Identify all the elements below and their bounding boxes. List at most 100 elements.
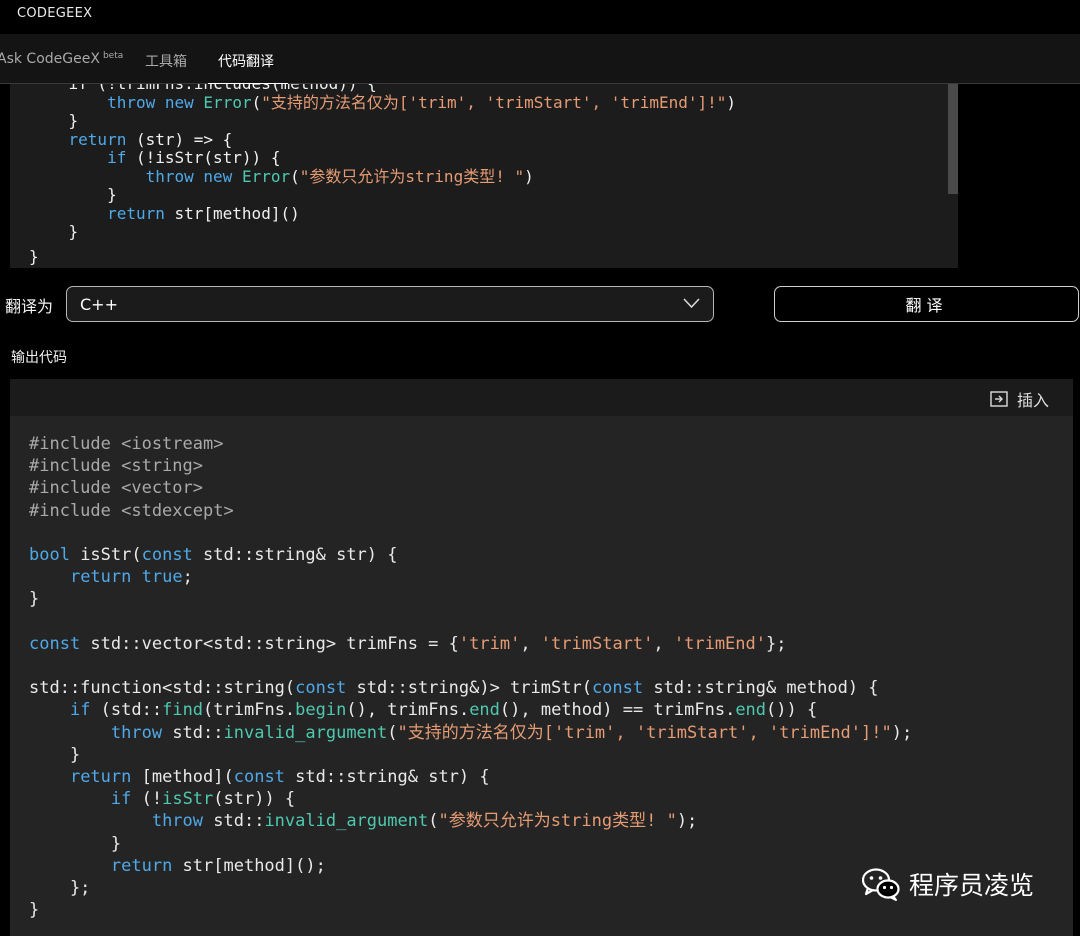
source-line: throw new Error("支持的方法名仅为['trim', 'trimS…: [107, 92, 737, 112]
beta-badge: beta: [102, 51, 124, 61]
code-line: if (!isStr(str)) {: [29, 788, 912, 810]
code-token: 'trimStart': [540, 633, 654, 654]
tab-bar: Ask CodeGeeX beta 工具箱 代码翻译: [0, 34, 1080, 85]
source-code-editor[interactable]: if (!trimFns.includes(method)) { throw n…: [10, 84, 958, 268]
code-token: if: [110, 789, 132, 810]
code-token: }: [29, 589, 40, 610]
code-token: #include <stdexcept>: [29, 500, 234, 521]
code-token: "支持的方法名仅为['trim', 'trimStart', 'trimEnd'…: [397, 722, 892, 743]
translate-button[interactable]: 翻译: [774, 286, 1079, 322]
tab-ask-codegeex[interactable]: Ask CodeGeeX beta: [0, 51, 123, 67]
source-code: if (!trimFns.includes(method)) { throw n…: [30, 84, 737, 242]
code-token: const: [141, 545, 193, 566]
source-line: }: [30, 111, 79, 130]
code-token: (std::: [90, 700, 163, 721]
code-token: isStr(: [69, 545, 142, 566]
source-line: }: [30, 222, 79, 241]
code-token: std::: [203, 811, 265, 832]
code-token: );: [676, 811, 698, 832]
tab-toolbox[interactable]: 工具箱: [145, 51, 187, 71]
app-title: CODEGEEX: [17, 6, 93, 21]
code-token: std::function<std::string(: [29, 678, 296, 699]
watermark-text: 程序员凌览: [909, 871, 1035, 900]
tab-code-translate[interactable]: 代码翻译: [218, 51, 274, 71]
tab-ask-label: Ask CodeGeeX: [0, 51, 100, 67]
code-token: std::string& method) {: [643, 678, 879, 699]
code-line: #include <vector>: [29, 477, 912, 499]
source-scrollbar[interactable]: [948, 84, 958, 194]
code-token: throw: [151, 811, 204, 832]
code-line: }: [29, 744, 912, 766]
code-line: std::function<std::string(const std::str…: [29, 677, 912, 699]
code-token: 'trimEnd': [673, 633, 766, 654]
code-line: #include <string>: [29, 455, 912, 477]
code-token: (: [387, 722, 398, 743]
code-line: return true;: [29, 566, 912, 588]
code-token: (), trimFns.: [346, 700, 470, 721]
translate-to-label: 翻译为: [5, 297, 54, 316]
source-line: throw new Error("参数只允许为string类型! "): [145, 166, 534, 186]
code-token: [method](: [131, 767, 234, 788]
source-closing-brace: }: [29, 247, 39, 266]
insert-icon: [990, 391, 1008, 407]
code-token: true: [141, 567, 183, 588]
code-line: throw std::invalid_argument("参数只允许为strin…: [29, 810, 912, 832]
code-token: return: [110, 855, 173, 876]
code-line: return [method](const std::string& str) …: [29, 766, 912, 788]
code-token: }: [29, 833, 122, 854]
code-token: 'trim': [458, 633, 521, 654]
code-token: return: [69, 567, 132, 588]
code-token: };: [766, 633, 787, 654]
code-token: }: [29, 900, 40, 921]
code-token: const: [591, 678, 644, 699]
wechat-icon: [861, 868, 900, 901]
code-token: if: [69, 700, 91, 721]
code-token: isStr: [162, 789, 214, 810]
source-line: return (str) => {: [68, 129, 233, 149]
target-language-select[interactable]: C++: [66, 286, 714, 322]
code-token: (str)) {: [213, 789, 296, 810]
code-token: std::string& str) {: [284, 767, 490, 788]
code-token: #include <string>: [29, 456, 203, 477]
code-token: }: [29, 744, 81, 765]
code-token: (: [428, 811, 439, 832]
title-bar: CODEGEEX: [0, 0, 1080, 34]
code-token: const: [29, 633, 81, 654]
code-token: const: [233, 767, 285, 788]
code-line: throw std::invalid_argument("支持的方法名仅为['t…: [29, 722, 912, 744]
code-token: throw: [110, 722, 163, 743]
source-line: }: [30, 185, 117, 204]
code-line: bool isStr(const std::string& str) {: [29, 544, 912, 566]
code-token: const: [295, 678, 347, 699]
code-token: };: [29, 878, 91, 899]
output-code-panel[interactable]: #include <iostream> #include <string> #inc…: [10, 416, 1073, 936]
code-token: str[method]();: [172, 855, 326, 876]
watermark: 程序员凌览: [861, 866, 1034, 902]
code-token: begin: [295, 700, 347, 721]
chevron-down-icon: [683, 298, 700, 309]
code-line: #include <iostream>: [29, 433, 912, 455]
code-token: );: [891, 722, 913, 743]
output-header: [10, 379, 1073, 416]
code-token: std::string& str) {: [192, 545, 398, 566]
insert-button[interactable]: 插入: [990, 388, 1049, 410]
code-token: find: [162, 700, 204, 721]
code-token: ,: [653, 633, 674, 654]
code-token: end: [735, 700, 767, 721]
insert-label: 插入: [1017, 391, 1050, 410]
code-token: #include <vector>: [29, 478, 203, 499]
code-token: std::string&)> trimStr(: [346, 678, 592, 699]
code-token: invalid_argument: [223, 722, 388, 743]
selected-language: C++: [80, 295, 118, 314]
code-token: #include <iostream>: [29, 434, 224, 454]
